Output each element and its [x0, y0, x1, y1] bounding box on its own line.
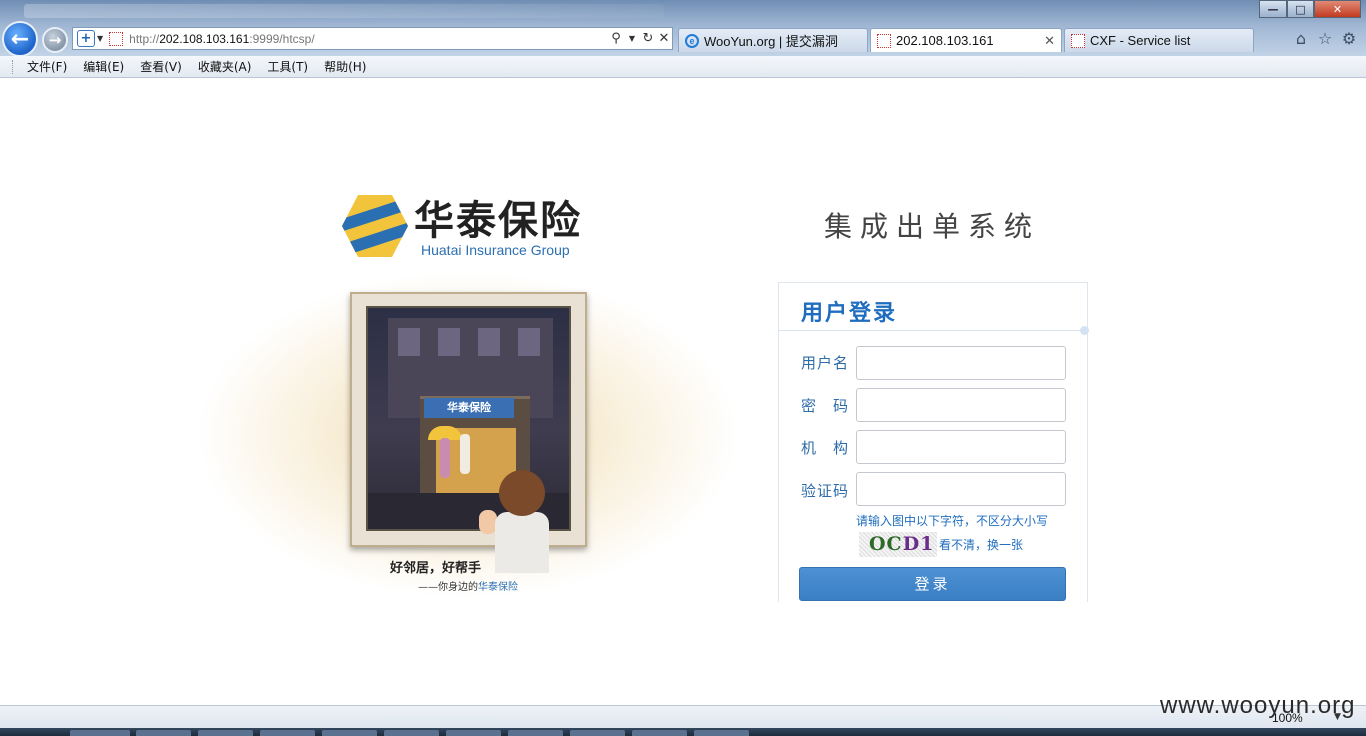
tab-active-page[interactable]: 202.108.103.161 ✕	[870, 28, 1062, 52]
chevron-down-icon[interactable]: ▼	[97, 34, 103, 43]
menu-edit[interactable]: 编辑(E)	[75, 58, 132, 75]
captcha-field[interactable]	[856, 472, 1066, 506]
taskbar-item[interactable]	[322, 730, 377, 736]
captcha-image[interactable]: OCD1	[859, 532, 937, 557]
menu-tools[interactable]: 工具(T)	[259, 58, 316, 75]
taskbar-item[interactable]	[632, 730, 687, 736]
titlebar-blurred-text	[24, 4, 664, 18]
page-favicon-icon	[877, 33, 891, 48]
menu-bar: 文件(F) 编辑(E) 查看(V) 收藏夹(A) 工具(T) 帮助(H)	[0, 56, 1366, 78]
captcha-text: OC	[869, 533, 903, 555]
refresh-captcha-link[interactable]: 看不清，换一张	[939, 536, 1023, 553]
close-window-button[interactable]: ✕	[1314, 0, 1361, 18]
building-window	[478, 328, 500, 356]
menu-help[interactable]: 帮助(H)	[316, 58, 374, 75]
login-title: 用户登录	[801, 300, 898, 326]
watermark: www.wooyun.org	[1160, 692, 1356, 719]
tab-label: CXF - Service list	[1090, 33, 1191, 48]
username-label: 用户名	[801, 354, 850, 372]
login-button[interactable]: 登录	[799, 567, 1066, 601]
password-label: 密 码	[801, 397, 850, 415]
org-label: 机 构	[801, 439, 850, 457]
url-prefix: http://	[129, 31, 160, 46]
url-path: :9999/htcsp/	[249, 31, 315, 46]
forward-button[interactable]: →	[42, 27, 68, 53]
person-figure	[460, 434, 470, 474]
toolbar-grip	[12, 59, 15, 74]
refresh-icon[interactable]: ↻	[640, 31, 656, 46]
login-panel: 用户登录 用户名 密 码 机 构 验证码 请输入图中以下字符，不区分大小写 OC…	[778, 282, 1089, 602]
close-tab-icon[interactable]: ✕	[1044, 33, 1055, 49]
search-dropdown-icon[interactable]: ▼	[624, 34, 640, 43]
tab-label: WooYun.org | 提交漏洞	[704, 34, 838, 49]
ie-page-icon: e	[685, 33, 699, 48]
close-icon: ✕	[1332, 2, 1343, 16]
url-host: 202.108.103.161	[159, 31, 250, 46]
taskbar-item[interactable]	[694, 730, 749, 736]
taskbar-item[interactable]	[70, 730, 130, 736]
gear-icon[interactable]: ⚙	[1340, 30, 1358, 48]
tagline: ——你身边的华泰保险	[418, 578, 518, 593]
password-field[interactable]	[856, 388, 1066, 422]
tab-wooyun[interactable]: e WooYun.org | 提交漏洞	[678, 28, 868, 52]
person-figure	[440, 438, 450, 478]
taskbar-item[interactable]	[446, 730, 501, 736]
page-title: 集成出单系统	[824, 210, 1041, 243]
taskbar-item[interactable]	[198, 730, 253, 736]
home-icon[interactable]: ⌂	[1292, 30, 1310, 48]
tab-label: 202.108.103.161	[896, 33, 994, 48]
divider	[779, 330, 1084, 331]
divider-dot	[1080, 326, 1089, 335]
shop-sign: 华泰保险	[424, 398, 514, 418]
star-icon[interactable]: ☆	[1316, 30, 1334, 48]
maximize-button[interactable]: □	[1287, 0, 1314, 18]
username-field[interactable]	[856, 346, 1066, 380]
search-icon[interactable]: ⚲	[608, 31, 624, 46]
minimize-icon: —	[1267, 2, 1279, 16]
back-arrow-icon: ←	[10, 26, 30, 52]
stop-icon[interactable]: ✕	[656, 31, 672, 46]
brand-name-cn: 华泰保险	[414, 197, 582, 244]
page-favicon-icon	[1071, 33, 1085, 48]
address-url[interactable]: http://202.108.103.161:9999/htcsp/	[129, 32, 608, 46]
minimize-button[interactable]: —	[1259, 0, 1287, 18]
maximize-icon: □	[1295, 2, 1306, 16]
brand-logo-icon	[342, 195, 408, 257]
brand-name-en: Huatai Insurance Group	[421, 242, 570, 258]
page-favicon-icon	[109, 31, 124, 46]
forward-arrow-icon: →	[48, 31, 62, 49]
tagline-brand: 华泰保险	[478, 582, 518, 593]
back-button[interactable]: ←	[2, 21, 38, 57]
menu-view[interactable]: 查看(V)	[132, 58, 190, 75]
address-bar[interactable]: + ▼ http://202.108.103.161:9999/htcsp/ ⚲…	[72, 27, 673, 50]
captcha-text: D1	[902, 533, 935, 555]
building-window	[398, 328, 420, 356]
taskbar-item[interactable]	[384, 730, 439, 736]
taskbar-item[interactable]	[570, 730, 625, 736]
tagline-prefix: ——你身边的	[418, 582, 478, 593]
taskbar-item[interactable]	[136, 730, 191, 736]
compat-shield-icon[interactable]: +	[77, 30, 95, 47]
building-window	[438, 328, 460, 356]
captcha-hint: 请输入图中以下字符，不区分大小写	[856, 514, 1049, 528]
slogan: 好邻居，好帮手	[390, 561, 482, 576]
child-head	[499, 470, 545, 516]
menu-file[interactable]: 文件(F)	[19, 58, 75, 75]
child-body	[495, 512, 549, 573]
captcha-label: 验证码	[801, 482, 850, 500]
tab-cxf[interactable]: CXF - Service list	[1064, 28, 1254, 52]
org-field[interactable]	[856, 430, 1066, 464]
menu-favorites[interactable]: 收藏夹(A)	[190, 58, 260, 75]
taskbar-item[interactable]	[260, 730, 315, 736]
child-figure	[479, 470, 553, 573]
taskbar-item[interactable]	[508, 730, 563, 736]
building-window	[518, 328, 540, 356]
